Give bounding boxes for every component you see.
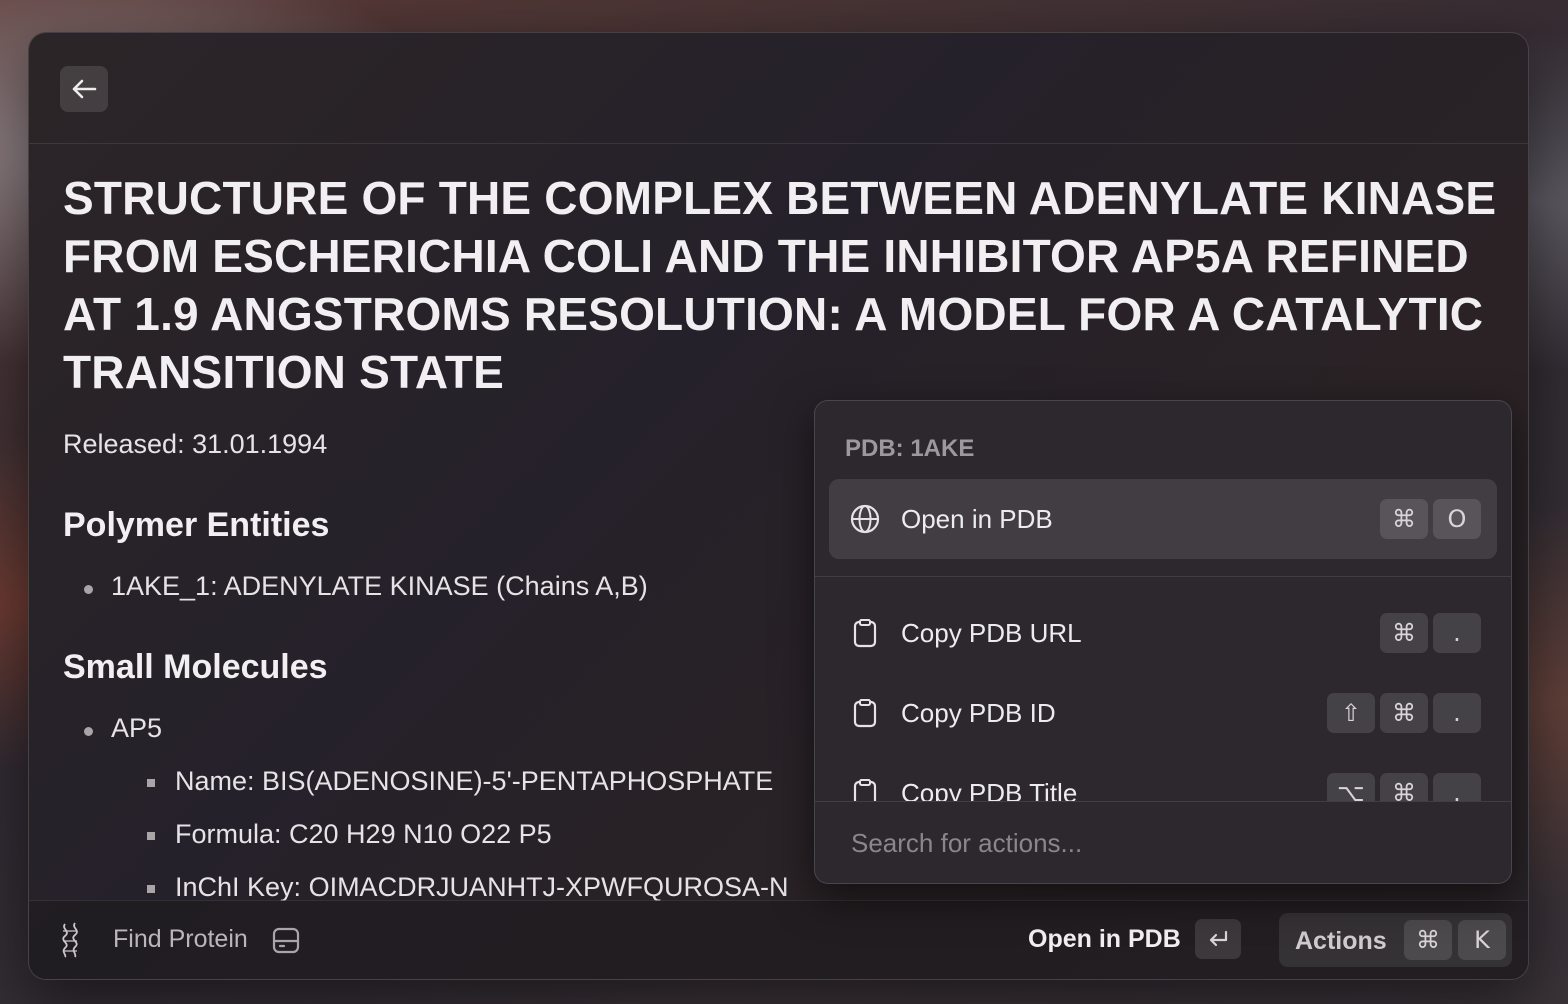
arrow-left-icon <box>72 79 97 99</box>
period-key: . <box>1433 773 1481 801</box>
action-label: Copy PDB URL <box>901 618 1082 648</box>
command-key-icon: ⌘ <box>1380 613 1428 653</box>
command-key-icon: ⌘ <box>1404 920 1452 960</box>
action-bar: Find Protein Open in PDB Actions ⌘ K <box>29 900 1528 979</box>
actions-label: Actions <box>1295 927 1387 955</box>
action-label: Open in PDB <box>901 504 1053 534</box>
extension-name: Find Protein <box>113 925 248 953</box>
actions-button[interactable]: Actions ⌘ K <box>1279 913 1512 967</box>
back-button[interactable] <box>60 66 108 112</box>
clipboard-icon <box>853 779 877 801</box>
clipboard-icon <box>853 619 877 648</box>
enter-key-icon <box>1195 919 1241 959</box>
action-copy-pdb-title[interactable]: Copy PDB Title ⌥ ⌘ . <box>829 753 1497 801</box>
command-key-icon: ⌘ <box>1380 773 1428 801</box>
storage-icon <box>272 927 300 954</box>
action-panel: PDB: 1AKE Open in PDB ⌘ O Copy PDB URL ⌘… <box>814 400 1512 884</box>
primary-action-label[interactable]: Open in PDB <box>1028 925 1181 954</box>
o-key: O <box>1433 499 1481 539</box>
action-list: Copy PDB URL ⌘ . Copy PDB ID ⇧ ⌘ . Copy … <box>815 577 1511 801</box>
action-copy-pdb-id[interactable]: Copy PDB ID ⇧ ⌘ . <box>829 673 1497 753</box>
command-key-icon: ⌘ <box>1380 499 1428 539</box>
page-title: STRUCTURE OF THE COMPLEX BETWEEN ADENYLA… <box>63 172 1497 398</box>
period-key: . <box>1433 613 1481 653</box>
action-open-in-pdb[interactable]: Open in PDB ⌘ O <box>829 479 1497 559</box>
k-key: K <box>1458 920 1506 960</box>
protein-extension-icon <box>62 922 78 958</box>
divider <box>815 801 1511 802</box>
action-search-input[interactable] <box>849 827 1473 860</box>
clipboard-icon <box>853 699 877 728</box>
top-bar <box>29 33 1528 144</box>
command-key-icon: ⌘ <box>1380 693 1428 733</box>
raycast-window: STRUCTURE OF THE COMPLEX BETWEEN ADENYLA… <box>28 32 1529 980</box>
action-copy-pdb-url[interactable]: Copy PDB URL ⌘ . <box>829 593 1497 673</box>
period-key: . <box>1433 693 1481 733</box>
shift-key-icon: ⇧ <box>1327 693 1375 733</box>
option-key-icon: ⌥ <box>1327 773 1375 801</box>
action-label: Copy PDB Title <box>901 778 1078 801</box>
globe-icon <box>850 504 880 534</box>
action-panel-title: PDB: 1AKE <box>845 435 975 462</box>
action-label: Copy PDB ID <box>901 698 1056 728</box>
